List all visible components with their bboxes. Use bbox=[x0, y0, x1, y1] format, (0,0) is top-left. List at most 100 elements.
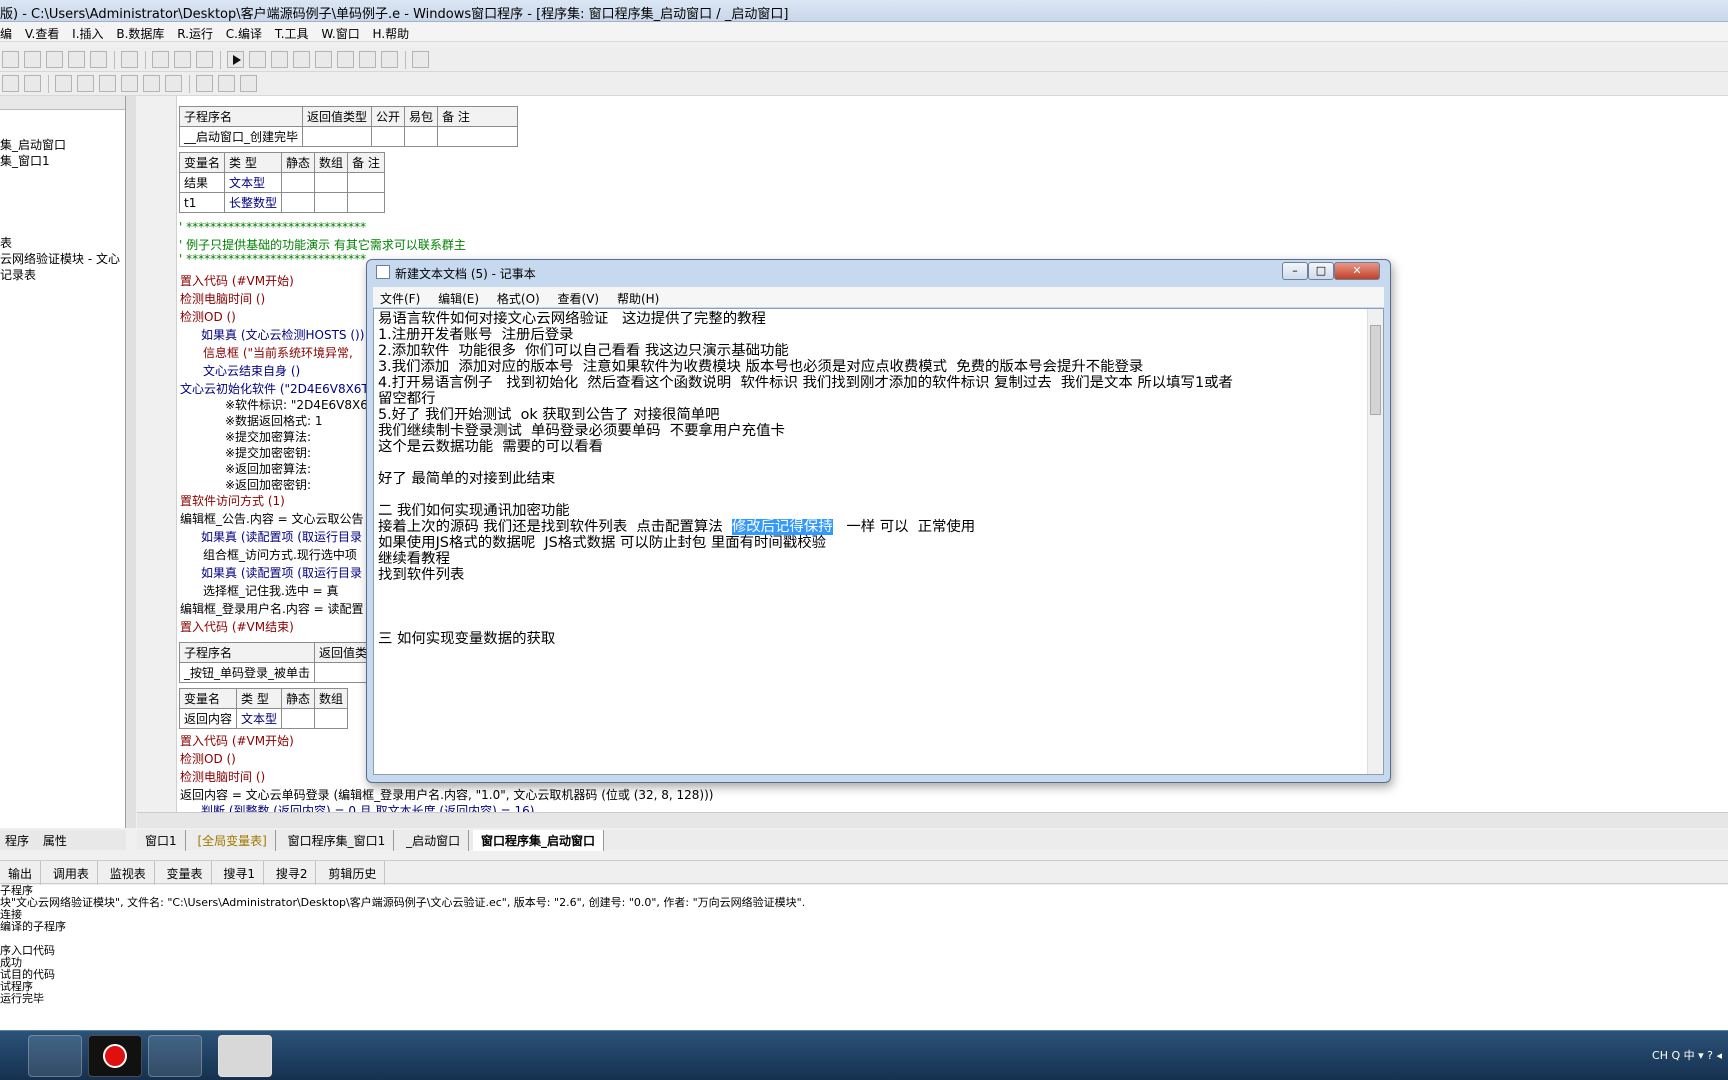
align-icon[interactable] bbox=[2, 75, 19, 92]
code-line[interactable]: ※返回加密密钥: bbox=[225, 476, 311, 493]
hand-icon[interactable] bbox=[381, 51, 398, 68]
table-cell[interactable] bbox=[347, 172, 385, 193]
table-cell[interactable]: 文本型 bbox=[236, 708, 283, 729]
align-icon[interactable] bbox=[240, 75, 257, 92]
tab-variables[interactable]: 变量表 bbox=[159, 861, 212, 886]
menu-compile[interactable]: C.编译 bbox=[226, 22, 271, 42]
scroll-thumb[interactable] bbox=[1370, 325, 1381, 415]
code-line[interactable]: 置入代码 (#VM开始) bbox=[180, 272, 294, 289]
menu-view[interactable]: 查看(V) bbox=[551, 287, 607, 307]
table-cell[interactable]: 返回内容 bbox=[178, 708, 238, 729]
code-line[interactable]: 判断 (到整数 (返回内容) = 0 且 取文本长度 (返回内容) = 16) bbox=[201, 802, 534, 812]
align-icon[interactable] bbox=[24, 75, 41, 92]
code-line[interactable]: ※提交加密算法: bbox=[225, 428, 311, 445]
menu-help[interactable]: 帮助(H) bbox=[610, 287, 666, 307]
tree-item[interactable]: 记录表 bbox=[0, 266, 36, 283]
table-cell[interactable] bbox=[404, 126, 439, 147]
code-line[interactable]: ' 例子只提供基础的功能演示 有其它需求可以联系群主 bbox=[179, 236, 466, 253]
notepad-scrollbar[interactable] bbox=[1367, 309, 1383, 774]
minimize-button[interactable]: – bbox=[1282, 262, 1308, 280]
menu-file[interactable]: 文件(F) bbox=[373, 287, 427, 307]
tab-startup-window[interactable]: _启动窗口 bbox=[398, 830, 470, 851]
system-tray[interactable]: CH Q 中 ▾ ? ◂ bbox=[1652, 1047, 1722, 1063]
tree-item[interactable]: 集_窗口1 bbox=[0, 152, 50, 169]
step-icon[interactable] bbox=[271, 51, 288, 68]
table-cell[interactable] bbox=[314, 172, 349, 193]
tab-watch[interactable]: 监视表 bbox=[102, 861, 155, 886]
tree-item[interactable]: 集_启动窗口 bbox=[0, 136, 66, 153]
code-line[interactable]: 返回内容 = 文心云单码登录 (编辑框_登录用户名.内容, "1.0", 文心云… bbox=[180, 786, 713, 803]
notepad-content[interactable]: 易语言软件如何对接文心云网络验证 这边提供了完整的教程 1.注册开发者账号 注册… bbox=[378, 311, 1233, 647]
table-cell[interactable] bbox=[437, 126, 519, 147]
table-cell[interactable]: 文本型 bbox=[224, 172, 283, 193]
code-line[interactable]: 置软件访问方式 (1) bbox=[180, 492, 285, 509]
table-cell[interactable]: __启动窗口_创建完毕 bbox=[178, 126, 304, 147]
step-icon[interactable] bbox=[337, 51, 354, 68]
table-cell[interactable]: _按钮_单码登录_被单击 bbox=[178, 662, 316, 683]
code-line[interactable]: 检测电脑时间 () bbox=[180, 768, 265, 785]
table-cell[interactable]: 长整数型 bbox=[224, 192, 283, 213]
table-cell[interactable]: t1 bbox=[178, 192, 226, 213]
align-icon[interactable] bbox=[77, 75, 94, 92]
code-line[interactable]: 置入代码 (#VM开始) bbox=[180, 732, 294, 749]
table-cell[interactable] bbox=[314, 192, 349, 213]
align-icon[interactable] bbox=[218, 75, 235, 92]
tab-startup-assembly[interactable]: 窗口程序集_启动窗口 bbox=[472, 830, 604, 851]
code-line[interactable]: 文心云结束自身 () bbox=[203, 362, 300, 379]
app-task-icon[interactable] bbox=[218, 1035, 272, 1077]
table-cell[interactable] bbox=[314, 708, 349, 729]
paste-icon[interactable] bbox=[46, 51, 63, 68]
menu-view[interactable]: V.查看 bbox=[25, 22, 68, 42]
code-line[interactable]: ' ****************************** bbox=[179, 220, 366, 234]
code-line[interactable]: 组合框_访问方式.现行选中项 bbox=[203, 546, 357, 563]
explorer-icon[interactable] bbox=[28, 1035, 82, 1077]
menu-format[interactable]: 格式(O) bbox=[490, 287, 547, 307]
redo-icon[interactable] bbox=[68, 51, 85, 68]
code-line[interactable]: 选择框_记住我.选中 = 真 bbox=[203, 582, 339, 599]
menu-tools[interactable]: T.工具 bbox=[275, 22, 318, 42]
record-icon[interactable] bbox=[88, 1035, 142, 1077]
find-icon[interactable] bbox=[121, 51, 138, 68]
align-icon[interactable] bbox=[55, 75, 72, 92]
notepad-window[interactable]: 新建文本文档 (5) - 记事本 – □ ✕ 文件(F) 编辑(E) 格式(O)… bbox=[366, 259, 1391, 783]
code-line[interactable]: 检测OD () bbox=[180, 750, 236, 767]
menu-edit[interactable]: 编辑(E) bbox=[431, 287, 486, 307]
align-icon[interactable] bbox=[143, 75, 160, 92]
run-icon[interactable] bbox=[227, 51, 244, 68]
code-line[interactable]: 如果真 (文心云检测HOSTS ()) bbox=[201, 326, 364, 343]
breakpoint-icon[interactable] bbox=[359, 51, 376, 68]
code-line[interactable]: 检测电脑时间 () bbox=[180, 290, 265, 307]
notepad-text-area[interactable]: 易语言软件如何对接文心云网络验证 这边提供了完整的教程 1.注册开发者账号 注册… bbox=[373, 308, 1384, 775]
notepad-task-icon[interactable] bbox=[148, 1035, 202, 1077]
align-icon[interactable] bbox=[165, 75, 182, 92]
code-line[interactable]: 如果真 (读配置项 (取运行目录 bbox=[201, 564, 362, 581]
undo-icon[interactable] bbox=[90, 51, 107, 68]
align-icon[interactable] bbox=[121, 75, 138, 92]
code-line[interactable]: 如果真 (读配置项 (取运行目录 bbox=[201, 528, 362, 545]
copy-icon[interactable] bbox=[24, 51, 41, 68]
table-cell[interactable] bbox=[371, 126, 406, 147]
close-button[interactable]: ✕ bbox=[1334, 262, 1380, 280]
code-line[interactable]: ※数据返回格式: 1 bbox=[225, 412, 323, 429]
align-icon[interactable] bbox=[99, 75, 116, 92]
tab-window1-assembly[interactable]: 窗口程序集_窗口1 bbox=[280, 830, 395, 851]
table-cell[interactable] bbox=[281, 708, 316, 729]
code-line[interactable]: 信息框 ("当前系统环境异常, bbox=[203, 344, 353, 361]
left-panel-scrollbar[interactable] bbox=[126, 96, 136, 828]
layout-icon[interactable] bbox=[196, 51, 213, 68]
tab-global-vars[interactable]: [全局变量表] bbox=[189, 830, 276, 851]
code-line[interactable]: 置入代码 (#VM结束) bbox=[180, 618, 294, 635]
maximize-button[interactable]: □ bbox=[1308, 262, 1334, 280]
tab-search1[interactable]: 搜寻1 bbox=[215, 861, 265, 886]
menu-help[interactable]: H.帮助 bbox=[373, 22, 419, 42]
stop-icon[interactable] bbox=[249, 51, 266, 68]
table-cell[interactable] bbox=[281, 172, 316, 193]
code-line[interactable]: 编辑框_登录用户名.内容 = 读配置 bbox=[180, 600, 364, 617]
code-line[interactable]: 编辑框_公告.内容 = 文心云取公告 bbox=[180, 510, 364, 527]
tab-output[interactable]: 输出 bbox=[0, 861, 42, 886]
tab-clip-history[interactable]: 剪辑历史 bbox=[320, 861, 386, 886]
table-cell[interactable] bbox=[281, 192, 316, 213]
layout-icon[interactable] bbox=[152, 51, 169, 68]
cut-icon[interactable] bbox=[2, 51, 19, 68]
tab-window1[interactable]: 窗口1 bbox=[137, 830, 186, 851]
